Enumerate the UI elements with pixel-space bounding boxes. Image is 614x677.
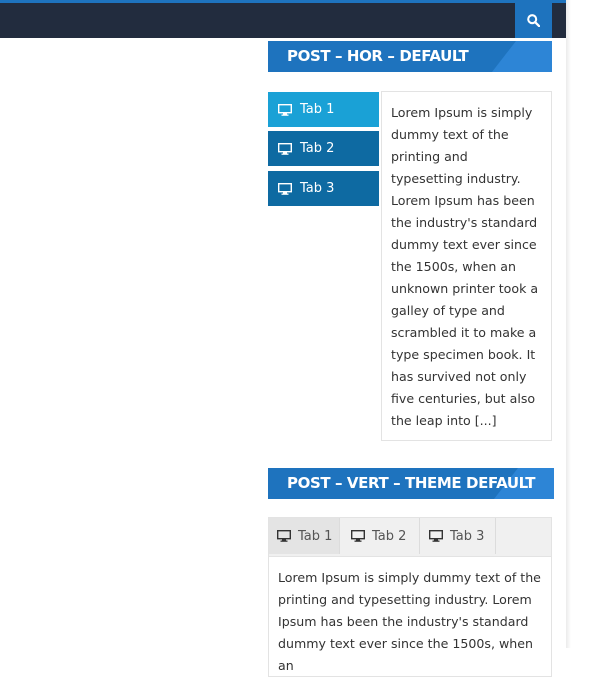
tab-content-panel-2: Lorem Ipsum is simply dummy text of the … [268,557,552,677]
tab-label: Tab 1 [300,102,335,117]
tab-content-panel: Lorem Ipsum is simply dummy text of the … [381,91,552,441]
monitor-icon [429,530,443,542]
tab-label: Tab 3 [450,528,485,544]
search-icon [527,14,540,27]
page-edge-shadow [566,0,571,648]
monitor-icon [277,530,291,542]
tab-label: Tab 2 [300,141,335,156]
tab-content-text: Lorem Ipsum is simply dummy text of the … [278,570,541,673]
horizontal-tab-2[interactable]: Tab 2 [343,518,420,554]
top-navigation-bar [0,3,566,38]
tab-label: Tab 1 [298,528,333,544]
monitor-icon [278,103,292,116]
widget-title-post-vert-theme-default: POST – VERT – THEME DEFAULT [268,468,554,499]
widget-title-text: POST – VERT – THEME DEFAULT [287,474,536,492]
search-button[interactable] [515,3,552,38]
monitor-icon [278,142,292,155]
vertical-tab-1[interactable]: Tab 1 [268,92,379,127]
monitor-icon [278,182,292,195]
tab-content-text: Lorem Ipsum is simply dummy text of the … [391,105,539,428]
monitor-icon [351,530,365,542]
tab-label: Tab 2 [372,528,407,544]
vertical-tab-2[interactable]: Tab 2 [268,131,379,166]
horizontal-tab-bar: Tab 1 Tab 2 Tab 3 [268,517,552,557]
widget-title-text: POST – HOR – DEFAULT [287,47,469,65]
horizontal-tab-3[interactable]: Tab 3 [421,518,496,554]
tab-label: Tab 3 [300,181,335,196]
horizontal-tab-1[interactable]: Tab 1 [269,518,340,554]
widget-title-post-hor-default: POST – HOR – DEFAULT [268,41,552,72]
vertical-tab-3[interactable]: Tab 3 [268,171,379,206]
